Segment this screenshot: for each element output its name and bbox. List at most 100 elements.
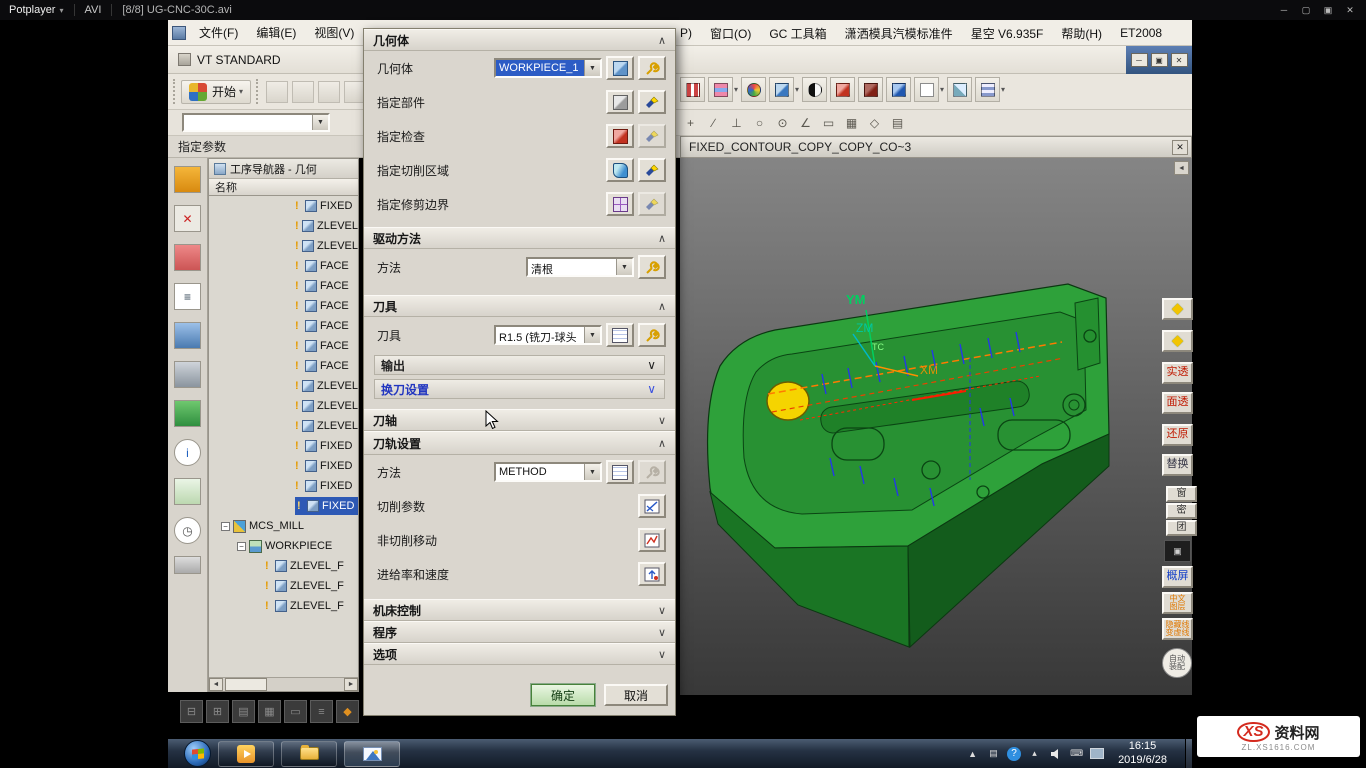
subsection-output[interactable]: 输出∨ bbox=[374, 355, 665, 375]
cutting-params-button[interactable] bbox=[638, 494, 666, 518]
check-display-button[interactable] bbox=[606, 124, 634, 148]
method-library-button[interactable] bbox=[606, 460, 634, 484]
expand-icon[interactable]: ∨ bbox=[658, 604, 666, 617]
menu-view[interactable]: 视图(V) bbox=[305, 20, 363, 45]
dropdown-icon[interactable]: ▼ bbox=[584, 464, 600, 480]
name-column-header[interactable]: 名称 bbox=[209, 179, 358, 196]
solid-translucent-button[interactable]: 实透 bbox=[1162, 362, 1193, 384]
auto-assembly-button[interactable]: 自动装配 bbox=[1162, 648, 1192, 678]
snap-icon-3[interactable]: ⊥ bbox=[726, 112, 747, 133]
notes-icon[interactable] bbox=[174, 478, 201, 505]
integration-icon[interactable] bbox=[174, 361, 201, 388]
chinese-layer-button[interactable]: 中文图层 bbox=[1162, 592, 1193, 614]
collapse-icon[interactable]: ∧ bbox=[658, 232, 666, 245]
menu-mold-standard[interactable]: 潇洒模具汽模标准件 bbox=[836, 20, 962, 46]
edit-method-button[interactable] bbox=[638, 460, 666, 484]
collapse-icon[interactable]: ∧ bbox=[658, 437, 666, 450]
operation-navigator-icon[interactable]: ≡ bbox=[174, 283, 201, 310]
drive-method-combo[interactable]: 清根 ▼ bbox=[526, 257, 634, 277]
selection-scope-combo[interactable]: ▼ bbox=[182, 113, 330, 132]
chevron-down-icon[interactable]: ▾ bbox=[1001, 85, 1005, 94]
snap-icon-6[interactable]: ∠ bbox=[795, 112, 816, 133]
tree-row[interactable]: !ZLEVEL bbox=[209, 416, 358, 436]
volume-icon[interactable] bbox=[1048, 746, 1063, 761]
scroll-left-button[interactable]: ◄ bbox=[209, 678, 223, 691]
new-file-icon[interactable] bbox=[266, 81, 288, 103]
child-restore-button[interactable]: ▣ bbox=[1151, 53, 1168, 67]
snap-icon-5[interactable]: ⊙ bbox=[772, 112, 793, 133]
snap-icon-8[interactable]: ▦ bbox=[841, 112, 862, 133]
ok-button[interactable]: 确定 bbox=[531, 684, 595, 706]
menu-et2008[interactable]: ET2008 bbox=[1111, 20, 1171, 46]
collapse-icon[interactable]: ∧ bbox=[658, 300, 666, 313]
edit-tool-button[interactable] bbox=[606, 323, 634, 347]
tree-row-selected[interactable]: !FIXED bbox=[209, 496, 358, 516]
app-menu-button[interactable]: Potplayer bbox=[9, 4, 55, 16]
3d-canvas[interactable]: YM ZM TC XM bbox=[680, 158, 1192, 695]
horizontal-scrollbar[interactable]: ◄ ► bbox=[209, 677, 358, 691]
dropdown-icon[interactable]: ▼ bbox=[584, 327, 600, 343]
tree-row[interactable]: !FACE bbox=[209, 256, 358, 276]
dropdown-icon[interactable]: ▼ bbox=[584, 60, 600, 76]
chevron-down-icon[interactable]: ▾ bbox=[940, 85, 944, 94]
minimize-button[interactable]: ─ bbox=[1276, 3, 1292, 17]
taskbar-photo-viewer-button[interactable] bbox=[344, 741, 400, 767]
cancel-button[interactable]: 取消 bbox=[604, 684, 668, 706]
tree-row[interactable]: !ZLEVEL bbox=[209, 376, 358, 396]
workpiece-display-button[interactable] bbox=[606, 56, 634, 80]
dark-red-solid-button[interactable] bbox=[858, 77, 883, 102]
snap-icon-2[interactable]: ∕ bbox=[703, 112, 724, 133]
title-scroll-left-button[interactable]: ◄ bbox=[1174, 161, 1189, 175]
roles-icon[interactable] bbox=[174, 556, 201, 574]
tree-row-workpiece[interactable]: −WORKPIECE bbox=[209, 536, 358, 556]
close-button[interactable]: ✕ bbox=[1342, 3, 1358, 17]
trim-display-button[interactable] bbox=[606, 192, 634, 216]
tree-row[interactable]: !ZLEVEL_F bbox=[209, 576, 358, 596]
expand-icon[interactable]: ∨ bbox=[658, 414, 666, 427]
menu-preferences-tail[interactable]: P) bbox=[678, 20, 701, 46]
tree-row[interactable]: !ZLEVEL_F bbox=[209, 596, 358, 616]
tree-row[interactable]: !FIXED bbox=[209, 196, 358, 216]
subsection-tool-change[interactable]: 换刀设置∨ bbox=[374, 379, 665, 399]
viewport-titlebar[interactable]: FIXED_CONTOUR_COPY_COPY_CO~3 ✕ bbox=[680, 136, 1192, 158]
dark-display-button[interactable]: ▣ bbox=[1164, 540, 1191, 562]
move-object-button[interactable] bbox=[947, 77, 972, 102]
snap-icon-1[interactable]: + bbox=[680, 112, 701, 133]
snap-icon-9[interactable]: ◇ bbox=[864, 112, 885, 133]
section-machine-control[interactable]: 机床控制∨ bbox=[364, 599, 675, 621]
start-menu-button[interactable]: 开始 ▾ bbox=[181, 80, 251, 104]
tree-row[interactable]: !FACE bbox=[209, 356, 358, 376]
hidden-line-dashed-button[interactable]: 隐藏线变虚线 bbox=[1162, 618, 1193, 640]
cut-area-display-button[interactable] bbox=[606, 158, 634, 182]
hidden-icons-arrow[interactable]: ▲ bbox=[965, 746, 980, 761]
view-orient-button[interactable] bbox=[680, 77, 705, 102]
keyboard-icon[interactable]: ⌨ bbox=[1069, 746, 1084, 761]
geometry-combo[interactable]: WORKPIECE_1 ▼ bbox=[494, 58, 602, 78]
chevron-down-icon[interactable]: ▾ bbox=[734, 85, 738, 94]
menu-help[interactable]: 帮助(H) bbox=[1052, 20, 1111, 46]
menu-gc-toolbox[interactable]: GC 工具箱 bbox=[760, 20, 835, 46]
snap-icon-7[interactable]: ▭ bbox=[818, 112, 839, 133]
tree-row[interactable]: !FIXED bbox=[209, 436, 358, 456]
part-navigator-icon[interactable] bbox=[174, 244, 201, 271]
taskbar-potplayer-button[interactable] bbox=[218, 741, 274, 767]
section-tool-axis[interactable]: 刀轴∨ bbox=[364, 409, 675, 431]
path-method-combo[interactable]: METHOD ▼ bbox=[494, 462, 602, 482]
info-icon[interactable]: i bbox=[174, 439, 201, 466]
tree-row-mcs[interactable]: −MCS_MILL bbox=[209, 516, 358, 536]
expand-icon[interactable]: ∨ bbox=[647, 358, 656, 372]
menu-xingkong[interactable]: 星空 V6.935F bbox=[962, 20, 1053, 46]
feeds-speeds-button[interactable] bbox=[638, 562, 666, 586]
select-check-button[interactable] bbox=[638, 124, 666, 148]
new-geometry-button[interactable] bbox=[638, 56, 666, 80]
section-program[interactable]: 程序∨ bbox=[364, 621, 675, 643]
edit-drive-method-button[interactable] bbox=[638, 255, 666, 279]
snapshot-button[interactable] bbox=[708, 77, 733, 102]
constraint-navigator-icon[interactable]: ✕ bbox=[174, 205, 201, 232]
menu-edit[interactable]: 编辑(E) bbox=[247, 20, 305, 45]
face-translucent-button[interactable]: 面透 bbox=[1162, 392, 1193, 414]
non-cutting-button[interactable] bbox=[638, 528, 666, 552]
help-tray-icon[interactable]: ? bbox=[1007, 747, 1021, 761]
select-cut-area-button[interactable] bbox=[638, 158, 666, 182]
taskbar-explorer-button[interactable] bbox=[281, 741, 337, 767]
